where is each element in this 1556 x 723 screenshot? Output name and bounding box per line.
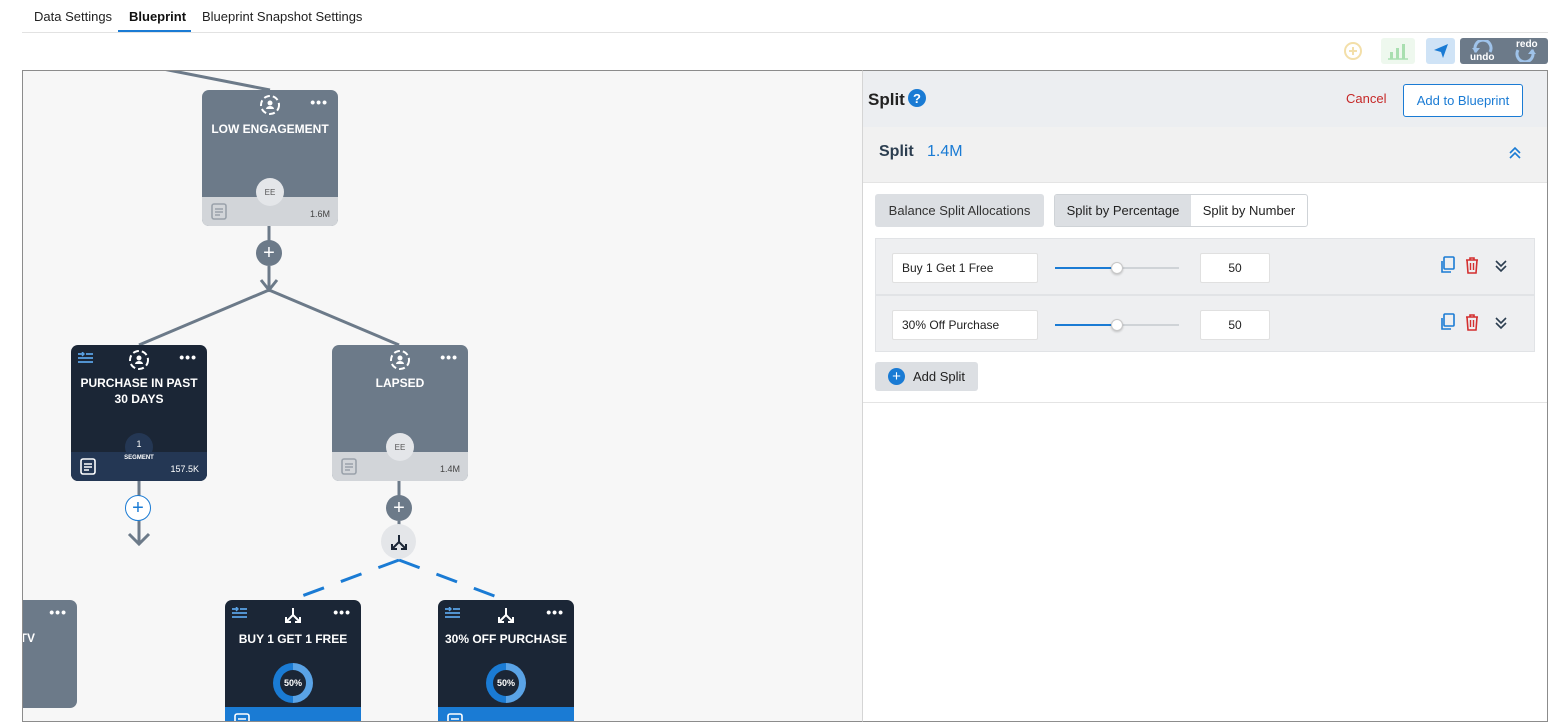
balance-split-allocations-button[interactable]: Balance Split Allocations (875, 194, 1044, 227)
ee-badge: EE (256, 178, 284, 206)
split-slider[interactable] (1055, 319, 1179, 331)
node-count: 1.4M (439, 464, 460, 474)
more-options-icon[interactable]: ••• (333, 604, 351, 620)
percent-label: 50% (493, 670, 519, 696)
node-footer (225, 707, 361, 721)
cancel-button[interactable]: Cancel (1346, 91, 1386, 106)
percent-ring: 50% (486, 663, 526, 703)
undo-label: undo (1470, 52, 1495, 63)
chevron-double-up-icon[interactable] (1507, 143, 1523, 163)
audience-icon (260, 95, 280, 115)
node-buy-1-get-1-free[interactable]: ••• BUY 1 GET 1 FREE 50% (225, 600, 361, 721)
node-title: PURCHASE IN PAST 30 DAYS (80, 376, 198, 406)
tab-data-settings[interactable]: Data Settings (34, 9, 112, 24)
active-tab-indicator (118, 30, 191, 32)
node-low-engagement[interactable]: ••• LOW ENGAGEMENT 1.6M EE (202, 90, 338, 226)
section-title: Split (879, 143, 914, 160)
ee-badge: EE (386, 433, 414, 461)
node-title: LOW ENGAGEMENT (211, 122, 329, 136)
tab-blueprint[interactable]: Blueprint (129, 9, 186, 24)
add-to-blueprint-button[interactable]: Add to Blueprint (1403, 84, 1523, 117)
plus-circle-icon: + (888, 368, 905, 385)
add-circle-icon[interactable] (1340, 38, 1366, 64)
bar-chart-icon[interactable] (1381, 38, 1415, 64)
split-section-body: Balance Split Allocations Split by Perce… (863, 183, 1547, 403)
node-title: TV (23, 631, 35, 645)
undo-redo-group: undo redo (1460, 38, 1548, 64)
redo-icon (1515, 49, 1536, 62)
node-partial-left[interactable]: ••• TV (23, 600, 77, 708)
help-icon[interactable]: ? (908, 89, 926, 107)
split-icon (498, 608, 514, 623)
copy-icon[interactable] (1439, 256, 1455, 274)
chevron-double-down-icon[interactable] (1493, 256, 1509, 274)
filter-list-icon (78, 352, 93, 363)
add-split-button[interactable]: + Add Split (875, 362, 978, 391)
split-value-input[interactable]: 50 (1200, 310, 1270, 340)
node-lapsed[interactable]: ••• LAPSED 1.4M EE (332, 345, 468, 481)
audience-icon (129, 350, 149, 370)
split-section-header[interactable]: Split 1.4M (863, 127, 1547, 183)
audience-icon (390, 350, 410, 370)
panel-header: Split ? Cancel Add to Blueprint (863, 71, 1547, 127)
send-icon[interactable] (1426, 38, 1455, 64)
percent-label: 50% (280, 670, 306, 696)
node-30-off-purchase[interactable]: ••• 30% OFF PURCHASE 50% (438, 600, 574, 721)
document-icon (341, 458, 357, 475)
more-options-icon[interactable]: ••• (310, 94, 328, 110)
add-split-label: Add Split (913, 369, 966, 384)
more-options-icon[interactable]: ••• (546, 604, 564, 620)
chevron-double-down-icon[interactable] (1493, 313, 1509, 331)
add-node-button[interactable]: + (125, 495, 151, 521)
more-options-icon[interactable]: ••• (49, 604, 67, 620)
panel-title: Split (868, 90, 905, 109)
node-title: 30% OFF PURCHASE (444, 632, 568, 646)
node-title: LAPSED (375, 376, 425, 390)
split-by-percentage-option[interactable]: Split by Percentage (1055, 195, 1191, 226)
split-row: 50 (875, 295, 1535, 352)
copy-icon[interactable] (1439, 313, 1455, 331)
split-value-input[interactable]: 50 (1200, 253, 1270, 283)
split-row: 50 (875, 238, 1535, 295)
node-count: 157.5K (170, 464, 199, 474)
node-purchase-in-past-30-days[interactable]: ••• PURCHASE IN PAST 30 DAYS 157.5K 1 SE… (71, 345, 207, 481)
trash-icon[interactable] (1464, 313, 1480, 331)
percent-ring: 50% (273, 663, 313, 703)
blueprint-canvas[interactable]: ••• LOW ENGAGEMENT 1.6M EE + ••• PURCHAS… (22, 70, 862, 722)
redo-button[interactable]: redo (1508, 38, 1542, 64)
document-icon (80, 458, 96, 475)
undo-button[interactable]: undo (1466, 38, 1500, 64)
split-panel: Split ? Cancel Add to Blueprint Split 1.… (862, 70, 1548, 722)
node-title: BUY 1 GET 1 FREE (238, 632, 348, 646)
split-mode-toggle: Split by Percentage Split by Number (1054, 194, 1308, 227)
document-icon (234, 713, 250, 721)
split-icon (285, 608, 301, 623)
node-footer (438, 707, 574, 721)
node-count: 1.6M (309, 209, 330, 219)
split-name-input[interactable] (892, 253, 1038, 283)
split-by-number-option[interactable]: Split by Number (1191, 195, 1307, 226)
more-options-icon[interactable]: ••• (179, 349, 197, 365)
trash-icon[interactable] (1464, 256, 1480, 274)
tab-blueprint-snapshot-settings[interactable]: Blueprint Snapshot Settings (202, 9, 362, 24)
more-options-icon[interactable]: ••• (440, 349, 458, 365)
filter-list-icon (445, 607, 460, 618)
slider-thumb[interactable] (1111, 262, 1123, 274)
split-icon[interactable] (381, 524, 416, 559)
slider-thumb[interactable] (1111, 319, 1123, 331)
tab-bar: Data Settings Blueprint Blueprint Snapsh… (22, 0, 1548, 33)
filter-list-icon (232, 607, 247, 618)
segment-count: 1 (136, 439, 142, 449)
split-name-input[interactable] (892, 310, 1038, 340)
section-count: 1.4M (927, 143, 963, 160)
document-icon (211, 203, 227, 220)
split-slider[interactable] (1055, 262, 1179, 274)
segment-label: SEGMENT (124, 455, 154, 461)
add-node-button[interactable]: + (256, 240, 282, 266)
document-icon (447, 713, 463, 721)
add-node-button[interactable]: + (386, 495, 412, 521)
